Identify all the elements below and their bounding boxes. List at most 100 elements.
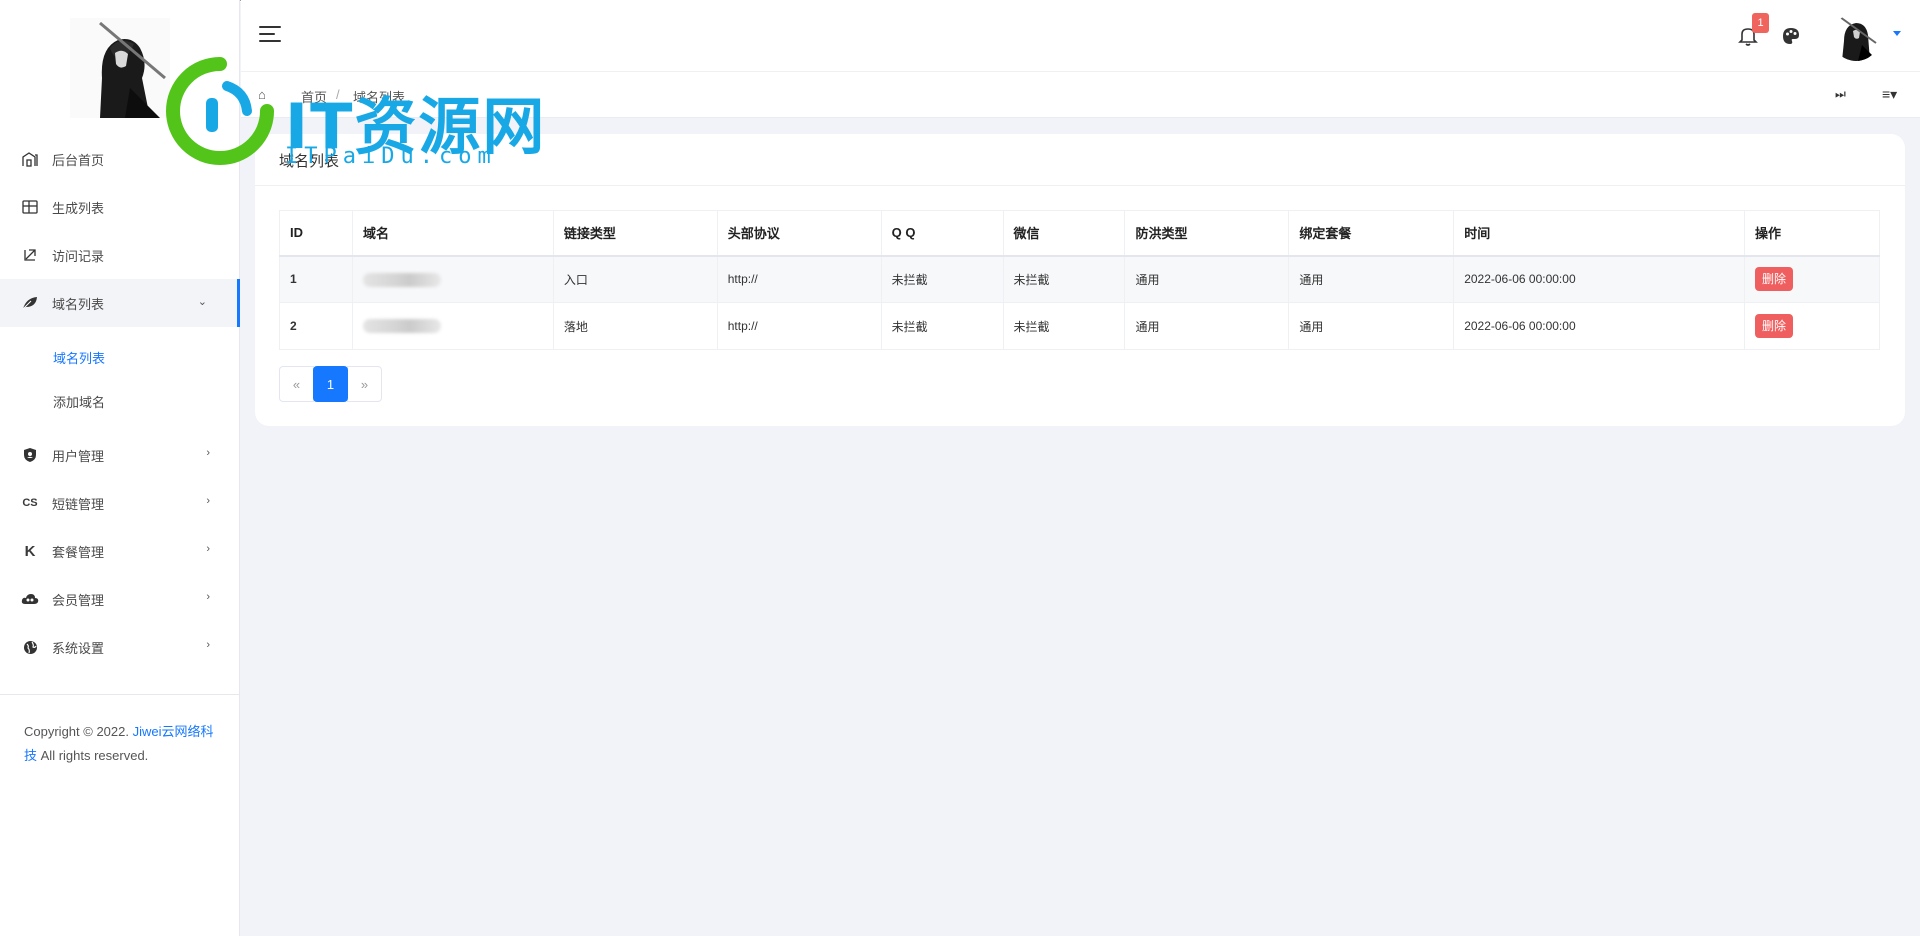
home-icon [20, 149, 40, 169]
sidebar-item-system-settings[interactable]: 系统设置 › [0, 623, 240, 671]
chevron-right-icon: › [206, 591, 210, 603]
column-header: 微信 [1002, 210, 1126, 257]
sidebar-item-label: 短链管理 [52, 496, 105, 512]
sidebar: 后台首页 生成列表 访问记录 域名列表 ⌄ 域名列表 添加域名 用户管理 › C… [0, 0, 240, 936]
sidebar-item-label: 会员管理 [52, 592, 105, 608]
cell-domain [351, 255, 554, 303]
card-title: 域名列表 [279, 153, 340, 170]
sidebar-item-visit-log[interactable]: 访问记录 [0, 231, 240, 279]
globe-icon [20, 637, 40, 657]
breadcrumb-bar: ⌂ 首页 / 域名列表 ⏭ ≡▾ [241, 72, 1920, 118]
breadcrumb-home-icon[interactable]: ⌂ [258, 87, 266, 102]
pagination-prev[interactable]: « [279, 366, 314, 402]
column-header: 操作 [1743, 210, 1881, 257]
k-icon: K [24, 542, 36, 560]
table-header-row: ID 域名 链接类型 头部协议 Q Q 微信 防洪类型 绑定套餐 时间 操作 [279, 210, 1881, 257]
sidebar-item-member-management[interactable]: 会员管理 › [0, 575, 240, 623]
cell-link-type: 入口 [552, 255, 718, 303]
cell-action: 删除 [1743, 302, 1881, 350]
column-header: 头部协议 [716, 210, 882, 257]
cell-package: 通用 [1288, 255, 1455, 303]
submenu-item-add-domain[interactable]: 添加域名 [0, 379, 240, 423]
shield-icon [20, 445, 40, 465]
column-header: 防洪类型 [1124, 210, 1290, 257]
cell-flood-type: 通用 [1124, 302, 1290, 350]
sidebar-item-generate-list[interactable]: 生成列表 [0, 183, 240, 231]
breadcrumb-current: 域名列表 [353, 90, 406, 105]
submenu-item-domain-list[interactable]: 域名列表 [0, 335, 240, 379]
pagination: « 1 » [279, 366, 382, 402]
user-avatar[interactable] [1832, 13, 1880, 61]
cell-qq-status: 未拦截 [880, 255, 1004, 303]
delete-button[interactable]: 删除 [1754, 314, 1793, 338]
domain-list-card: 域名列表 ID 域名 链接类型 头部协议 Q Q 微信 防洪类型 绑定套餐 时间… [255, 134, 1905, 426]
table-row: 2 落地 http:// 未拦截 未拦截 通用 通用 2022-06-06 00… [279, 302, 1881, 350]
copyright: Copyright © 2022. Jiwei云网络科技 All rights … [24, 720, 224, 768]
domain-submenu: 域名列表 添加域名 [0, 327, 240, 431]
arrow-down-left-icon [20, 245, 40, 265]
chevron-right-icon: › [206, 495, 210, 507]
cell-qq-status: 未拦截 [880, 302, 1004, 350]
cell-action: 删除 [1743, 255, 1881, 303]
column-header: 绑定套餐 [1288, 210, 1455, 257]
column-header: 链接类型 [552, 210, 718, 257]
copyright-suffix: All rights reserved. [40, 748, 149, 763]
sidebar-item-user-management[interactable]: 用户管理 › [0, 431, 240, 479]
chevron-right-icon: › [206, 543, 210, 555]
logo-avatar [70, 18, 170, 118]
leaf-icon [20, 293, 40, 313]
cell-protocol: http:// [716, 255, 882, 303]
domain-table: ID 域名 链接类型 头部协议 Q Q 微信 防洪类型 绑定套餐 时间 操作 1… [279, 210, 1881, 350]
sidebar-item-shortlink-management[interactable]: CS 短链管理 › [0, 479, 240, 527]
sidebar-item-domain-list[interactable]: 域名列表 ⌄ [0, 279, 240, 327]
top-header: 1 [241, 0, 1920, 72]
tab-menu-icon[interactable]: ≡▾ [1882, 86, 1897, 103]
sidebar-item-label: 域名列表 [52, 296, 105, 312]
notification-badge: 1 [1752, 13, 1769, 33]
column-header: 域名 [351, 210, 554, 257]
cell-time: 2022-06-06 00:00:00 [1453, 255, 1745, 303]
user-dropdown-caret-icon[interactable] [1893, 31, 1901, 36]
cloud-icon [20, 589, 40, 609]
breadcrumb-separator: / [336, 87, 340, 102]
cell-protocol: http:// [716, 302, 882, 350]
pagination-next[interactable]: » [347, 366, 382, 402]
sidebar-item-label: 后台首页 [52, 152, 105, 168]
table-row: 1 入口 http:// 未拦截 未拦截 通用 通用 2022-06-06 00… [279, 255, 1881, 303]
palette-icon[interactable] [1781, 26, 1801, 46]
chevron-right-icon: › [206, 639, 210, 651]
chevron-down-icon: ⌄ [197, 296, 207, 308]
sidebar-item-label: 用户管理 [52, 448, 105, 464]
sidebar-item-label: 生成列表 [52, 200, 105, 216]
domain-redacted [362, 272, 441, 287]
sidebar-menu: 后台首页 生成列表 访问记录 域名列表 ⌄ 域名列表 添加域名 用户管理 › C… [0, 135, 240, 671]
cell-package: 通用 [1288, 302, 1455, 350]
menu-toggle-icon[interactable] [259, 26, 281, 44]
sidebar-item-label: 套餐管理 [52, 544, 105, 560]
copyright-prefix: Copyright © 2022. [24, 724, 129, 739]
table-icon [20, 197, 40, 217]
domain-redacted [362, 319, 441, 334]
delete-button[interactable]: 删除 [1754, 267, 1793, 292]
chevron-right-icon: › [206, 447, 210, 459]
column-header: 时间 [1453, 210, 1745, 257]
column-header: ID [279, 210, 353, 257]
cell-id: 2 [279, 302, 353, 350]
breadcrumb-home[interactable]: 首页 [301, 87, 327, 106]
cell-id: 1 [279, 255, 353, 303]
sidebar-item-label: 系统设置 [52, 640, 105, 656]
link-icon: CS [22, 497, 38, 509]
column-header: Q Q [880, 210, 1004, 257]
sidebar-divider [0, 694, 240, 695]
cell-domain [351, 302, 554, 350]
card-divider [255, 185, 1905, 186]
sidebar-item-dashboard[interactable]: 后台首页 [0, 135, 240, 183]
cell-wechat-status: 未拦截 [1002, 302, 1126, 350]
cell-link-type: 落地 [552, 302, 718, 350]
cell-wechat-status: 未拦截 [1002, 255, 1126, 303]
pagination-page[interactable]: 1 [313, 366, 348, 402]
sidebar-item-label: 访问记录 [52, 248, 105, 264]
tab-forward-icon[interactable]: ⏭ [1835, 87, 1846, 102]
sidebar-item-package-management[interactable]: K 套餐管理 › [0, 527, 240, 575]
cell-flood-type: 通用 [1124, 255, 1290, 303]
